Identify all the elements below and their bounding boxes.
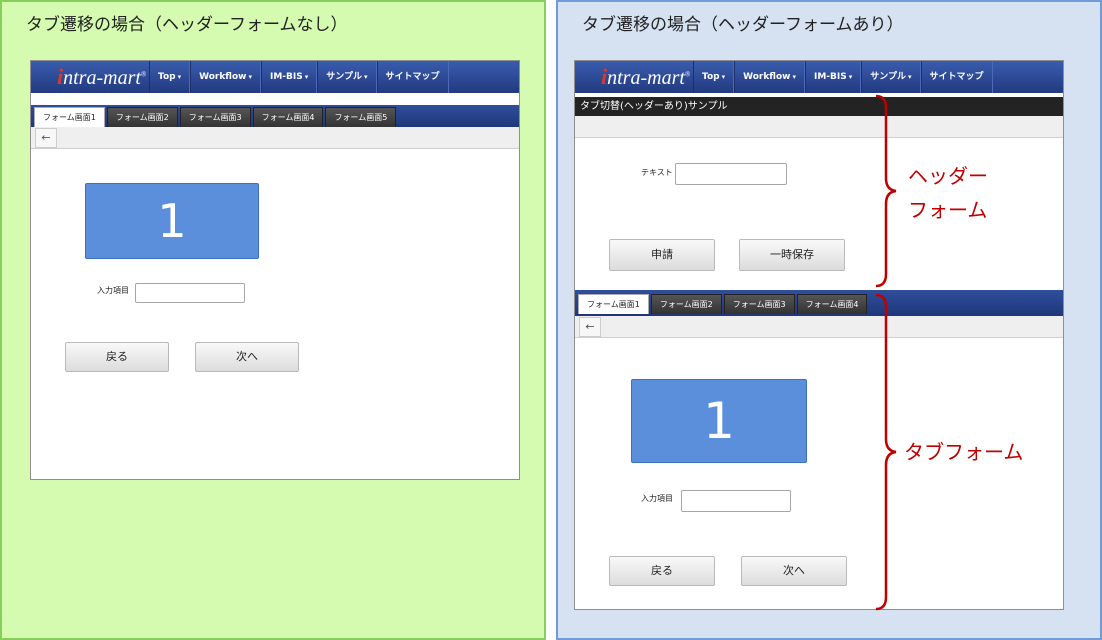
back-button[interactable]: 戻る bbox=[65, 342, 169, 372]
temporary-save-button[interactable]: 一時保存 bbox=[739, 239, 845, 271]
panel-title: タブ遷移の場合（ヘッダーフォームあり） bbox=[582, 15, 904, 35]
back-button[interactable]: 戻る bbox=[609, 556, 715, 586]
page-number-box: 1 bbox=[85, 183, 259, 259]
header-form-annotation-line2: フォーム bbox=[908, 198, 988, 222]
input-item-label: 入力項目 bbox=[97, 286, 129, 295]
caret-down-icon: ▾ bbox=[248, 73, 252, 81]
caret-down-icon: ▾ bbox=[721, 73, 726, 81]
header-form-toolbar bbox=[575, 116, 1063, 138]
next-button[interactable]: 次へ bbox=[195, 342, 299, 372]
tab-form-4[interactable]: フォーム画面4 bbox=[252, 107, 324, 127]
tab-bar: フォーム画面1 フォーム画面2 フォーム画面3 フォーム画面4 フォーム画面5 bbox=[31, 105, 519, 127]
nav-item-sitemap[interactable]: サイトマップ bbox=[920, 61, 993, 93]
screen-mockup: intra-mart® Top ▾ Workflow ▾ IM-BIS ▾ サンプル ▾… bbox=[574, 60, 1064, 610]
tab-form-annotation: タブフォーム bbox=[904, 440, 1024, 464]
intra-mart-logo[interactable]: intra-mart® bbox=[57, 64, 146, 90]
nav-item-sample[interactable]: サンプル ▾ bbox=[317, 61, 377, 93]
nav-item-im-bis[interactable]: IM-BIS ▾ bbox=[805, 61, 862, 93]
tab-form-3[interactable]: フォーム画面3 bbox=[179, 107, 251, 127]
nav-menu: Top ▾ Workflow ▾ IM-BIS ▾ サンプル ▾ サイトマップ bbox=[149, 61, 449, 93]
caret-down-icon: ▾ bbox=[304, 73, 309, 81]
header-form-annotation-line1: ヘッダー bbox=[908, 164, 988, 188]
nav-item-workflow[interactable]: Workflow ▾ bbox=[190, 61, 261, 93]
tab-form-2[interactable]: フォーム画面2 bbox=[650, 294, 722, 314]
nav-item-im-bis[interactable]: IM-BIS ▾ bbox=[261, 61, 318, 93]
nav-menu: Top ▾ Workflow ▾ IM-BIS ▾ サンプル ▾ サイトマップ bbox=[693, 61, 993, 93]
caret-down-icon: ▾ bbox=[363, 73, 368, 81]
nav-item-sitemap[interactable]: サイトマップ bbox=[376, 61, 449, 93]
tab-form-4[interactable]: フォーム画面4 bbox=[796, 294, 868, 314]
header-form-title: タブ切替(ヘッダーあり)サンプル bbox=[575, 97, 1063, 116]
tab-form-brace bbox=[875, 293, 897, 611]
tab-form-1[interactable]: フォーム画面1 bbox=[34, 107, 105, 127]
text-field[interactable] bbox=[675, 163, 787, 185]
next-button[interactable]: 次へ bbox=[741, 556, 847, 586]
global-navbar: intra-mart® Top ▾ Workflow ▾ IM-BIS ▾ サンプル ▾… bbox=[575, 61, 1063, 93]
header-form-brace bbox=[875, 94, 897, 288]
back-arrow-icon[interactable]: ← bbox=[579, 317, 601, 337]
caret-down-icon: ▾ bbox=[848, 73, 853, 81]
page-number-box: 1 bbox=[631, 379, 807, 463]
tab-toolbar: ← bbox=[575, 316, 1063, 338]
global-navbar: intra-mart® Top ▾ Workflow ▾ IM-BIS ▾ サンプル ▾… bbox=[31, 61, 519, 93]
nav-item-sample[interactable]: サンプル ▾ bbox=[861, 61, 921, 93]
nav-item-top[interactable]: Top ▾ bbox=[149, 61, 191, 93]
panel-title: タブ遷移の場合（ヘッダーフォームなし） bbox=[26, 15, 348, 35]
back-arrow-icon[interactable]: ← bbox=[35, 128, 57, 148]
input-item-field[interactable] bbox=[135, 283, 245, 303]
tab-toolbar: ← bbox=[31, 127, 519, 149]
input-item-field[interactable] bbox=[681, 490, 791, 512]
text-label: テキスト bbox=[641, 168, 673, 177]
caret-down-icon: ▾ bbox=[177, 73, 182, 81]
tab-bar: フォーム画面1 フォーム画面2 フォーム画面3 フォーム画面4 bbox=[575, 290, 1063, 316]
caret-down-icon: ▾ bbox=[792, 73, 796, 81]
tab-form-2[interactable]: フォーム画面2 bbox=[106, 107, 178, 127]
input-item-label: 入力項目 bbox=[641, 494, 673, 503]
tab-form-3[interactable]: フォーム画面3 bbox=[723, 294, 795, 314]
apply-button[interactable]: 申請 bbox=[609, 239, 715, 271]
caret-down-icon: ▾ bbox=[907, 73, 912, 81]
screen-mockup: intra-mart® Top ▾ Workflow ▾ IM-BIS ▾ サンプル ▾… bbox=[30, 60, 520, 480]
panel-without-header-form: タブ遷移の場合（ヘッダーフォームなし） intra-mart® Top ▾ Wor… bbox=[0, 0, 546, 640]
nav-item-workflow[interactable]: Workflow ▾ bbox=[734, 61, 805, 93]
tab-form-5[interactable]: フォーム画面5 bbox=[325, 107, 397, 127]
tab-form-1[interactable]: フォーム画面1 bbox=[578, 294, 649, 314]
intra-mart-logo[interactable]: intra-mart® bbox=[601, 64, 690, 90]
panel-with-header-form: タブ遷移の場合（ヘッダーフォームあり） intra-mart® Top ▾ Wor… bbox=[556, 0, 1102, 640]
nav-item-top[interactable]: Top ▾ bbox=[693, 61, 735, 93]
